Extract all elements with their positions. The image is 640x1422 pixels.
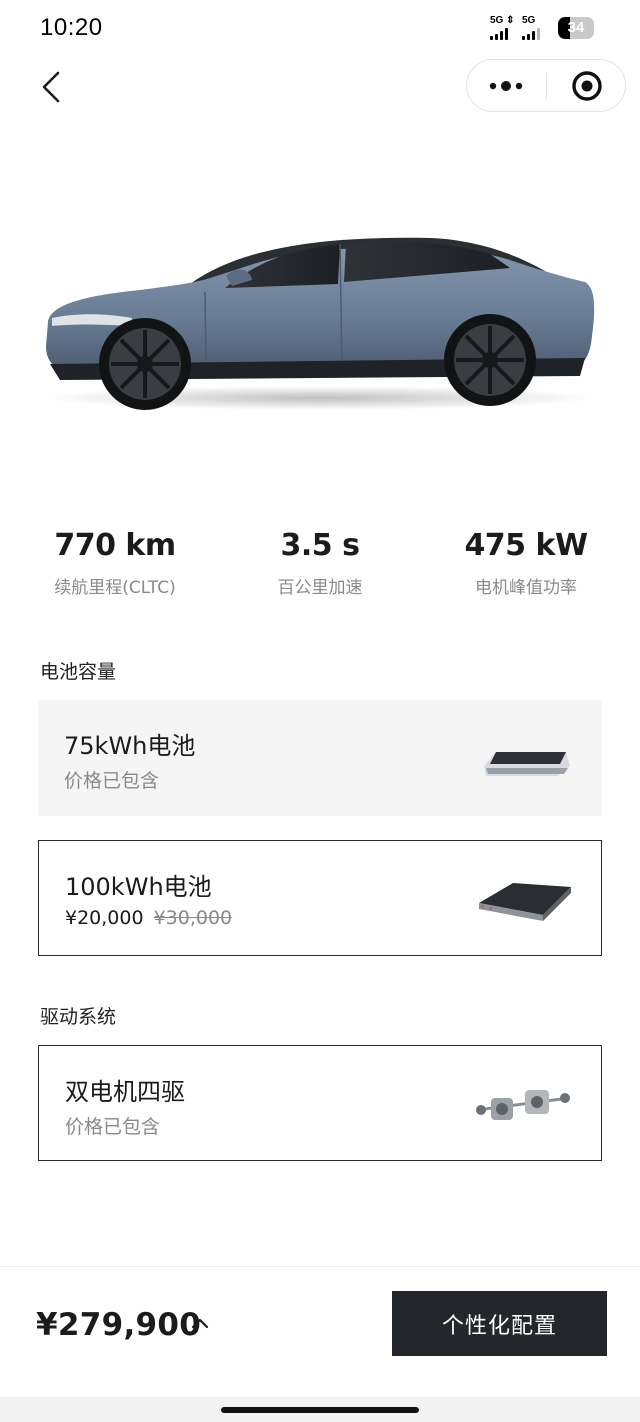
drivetrain-image <box>476 1090 570 1120</box>
signal-bars-icon <box>490 28 508 40</box>
stat-value: 475 kW <box>464 528 588 563</box>
back-button[interactable] <box>36 66 72 106</box>
battery-icon: 34 <box>558 17 594 39</box>
chevron-up-icon <box>191 1318 209 1329</box>
personalize-config-button[interactable]: 个性化配置 <box>392 1291 607 1356</box>
signal-bars-icon <box>522 28 540 40</box>
stat-value: 3.5 s <box>280 528 360 563</box>
option-title: 75kWh电池 <box>64 732 196 760</box>
bottom-bar: ¥279,900 个性化配置 <box>0 1266 640 1422</box>
option-subtitle: 价格已包含 <box>65 1116 161 1138</box>
signal-indicator-1: 5G ⇕ <box>490 16 515 40</box>
mini-program-capsule <box>466 59 626 112</box>
battery-option-75kwh[interactable]: 75kWh电池 价格已包含 <box>38 700 602 816</box>
status-time: 10:20 <box>40 14 103 41</box>
signal-label: 5G ⇕ <box>490 15 515 26</box>
price-details-toggle[interactable] <box>188 1311 212 1335</box>
drive-section-title: 驱动系统 <box>40 1006 117 1028</box>
battery-pack-image <box>484 752 570 776</box>
battery-option-100kwh[interactable]: 100kWh电池 ¥20,000 ¥30,000 <box>38 840 602 956</box>
more-button[interactable] <box>467 60 546 111</box>
chevron-left-icon <box>42 71 60 103</box>
stat-label: 电机峰值功率 <box>475 578 577 598</box>
close-button[interactable] <box>547 60 625 111</box>
home-indicator <box>221 1407 419 1413</box>
stat-acceleration: 3.5 s 百公里加速 <box>230 528 410 598</box>
original-price: ¥30,000 <box>153 907 233 929</box>
current-price: ¥20,000 <box>65 907 144 929</box>
car-illustration <box>45 237 595 410</box>
stat-label: 续航里程(CLTC) <box>54 578 176 598</box>
option-price: ¥20,000 ¥30,000 <box>65 907 232 929</box>
drive-option-dual-motor[interactable]: 双电机四驱 价格已包含 <box>38 1045 602 1161</box>
target-close-icon <box>572 71 602 101</box>
option-title: 双电机四驱 <box>65 1078 185 1106</box>
signal-indicator-2: 5G <box>522 16 540 40</box>
stat-power: 475 kW 电机峰值功率 <box>436 528 616 598</box>
option-title: 100kWh电池 <box>65 873 212 901</box>
battery-section-title: 电池容量 <box>40 661 117 683</box>
battery-pack-image <box>479 883 571 921</box>
stat-value: 770 km <box>54 528 176 563</box>
signal-label: 5G <box>522 15 536 26</box>
more-dots-icon <box>489 81 523 91</box>
stat-label: 百公里加速 <box>277 578 363 598</box>
status-bar: 10:20 5G ⇕ 5G 34 <box>0 0 640 58</box>
car-image <box>40 226 600 416</box>
total-price: ¥279,900 <box>36 1307 202 1343</box>
option-subtitle: 价格已包含 <box>64 770 160 792</box>
stat-range: 770 km 续航里程(CLTC) <box>25 528 205 598</box>
battery-level: 34 <box>567 19 585 36</box>
